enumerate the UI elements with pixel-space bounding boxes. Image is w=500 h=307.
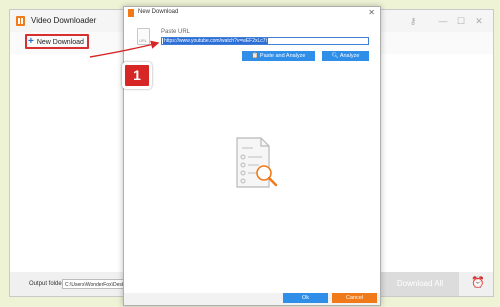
download-all-button[interactable]: Download All: [381, 272, 459, 296]
dialog-titlebar: New Download ✕: [124, 7, 380, 19]
highlight-box: [25, 34, 89, 49]
app-title: Video Downloader: [31, 16, 97, 25]
ok-button[interactable]: Ok: [283, 293, 328, 303]
dialog-footer: Ok Cancel: [124, 293, 380, 305]
dialog-close-icon[interactable]: ✕: [368, 8, 375, 17]
app-logo-icon: [16, 16, 25, 26]
cancel-button[interactable]: Cancel: [332, 293, 377, 303]
key-icon[interactable]: ⚷: [407, 15, 419, 27]
dialog-title: New Download: [138, 9, 179, 15]
url-input[interactable]: https://www.youtube.com/watch?v=wEF2xLc7…: [161, 37, 369, 45]
url-input-value: https://www.youtube.com/watch?v=wEF2xLc7…: [163, 38, 268, 44]
output-folder-field[interactable]: C:\Users\WonderFox\Desktop: [62, 279, 128, 289]
close-icon[interactable]: ✕: [473, 15, 485, 27]
step-badge: 1: [122, 62, 152, 89]
paste-url-label: Paste URL: [161, 29, 191, 35]
analyze-label: Analyze: [339, 53, 360, 59]
analyze-button[interactable]: 🔍︎ Analyze: [322, 51, 369, 61]
output-folder-label: Output folder:: [29, 281, 66, 287]
new-download-dialog: New Download ✕ URL Paste URL https://www…: [123, 6, 381, 306]
paste-icon: 📋: [251, 53, 259, 59]
alarm-clock-icon[interactable]: ⏰: [471, 276, 485, 290]
dialog-logo-icon: [128, 9, 134, 17]
paste-and-analyze-label: Paste and Analyze: [259, 53, 306, 59]
file-url-icon-text: URL: [139, 38, 148, 43]
empty-list-search-icon: [236, 137, 278, 188]
search-icon: 🔍︎: [331, 53, 339, 59]
paste-and-analyze-button[interactable]: 📋 Paste and Analyze: [242, 51, 315, 61]
maximize-icon[interactable]: ☐: [455, 15, 467, 27]
minimize-icon[interactable]: —: [437, 15, 449, 27]
file-url-icon: URL: [137, 28, 150, 45]
